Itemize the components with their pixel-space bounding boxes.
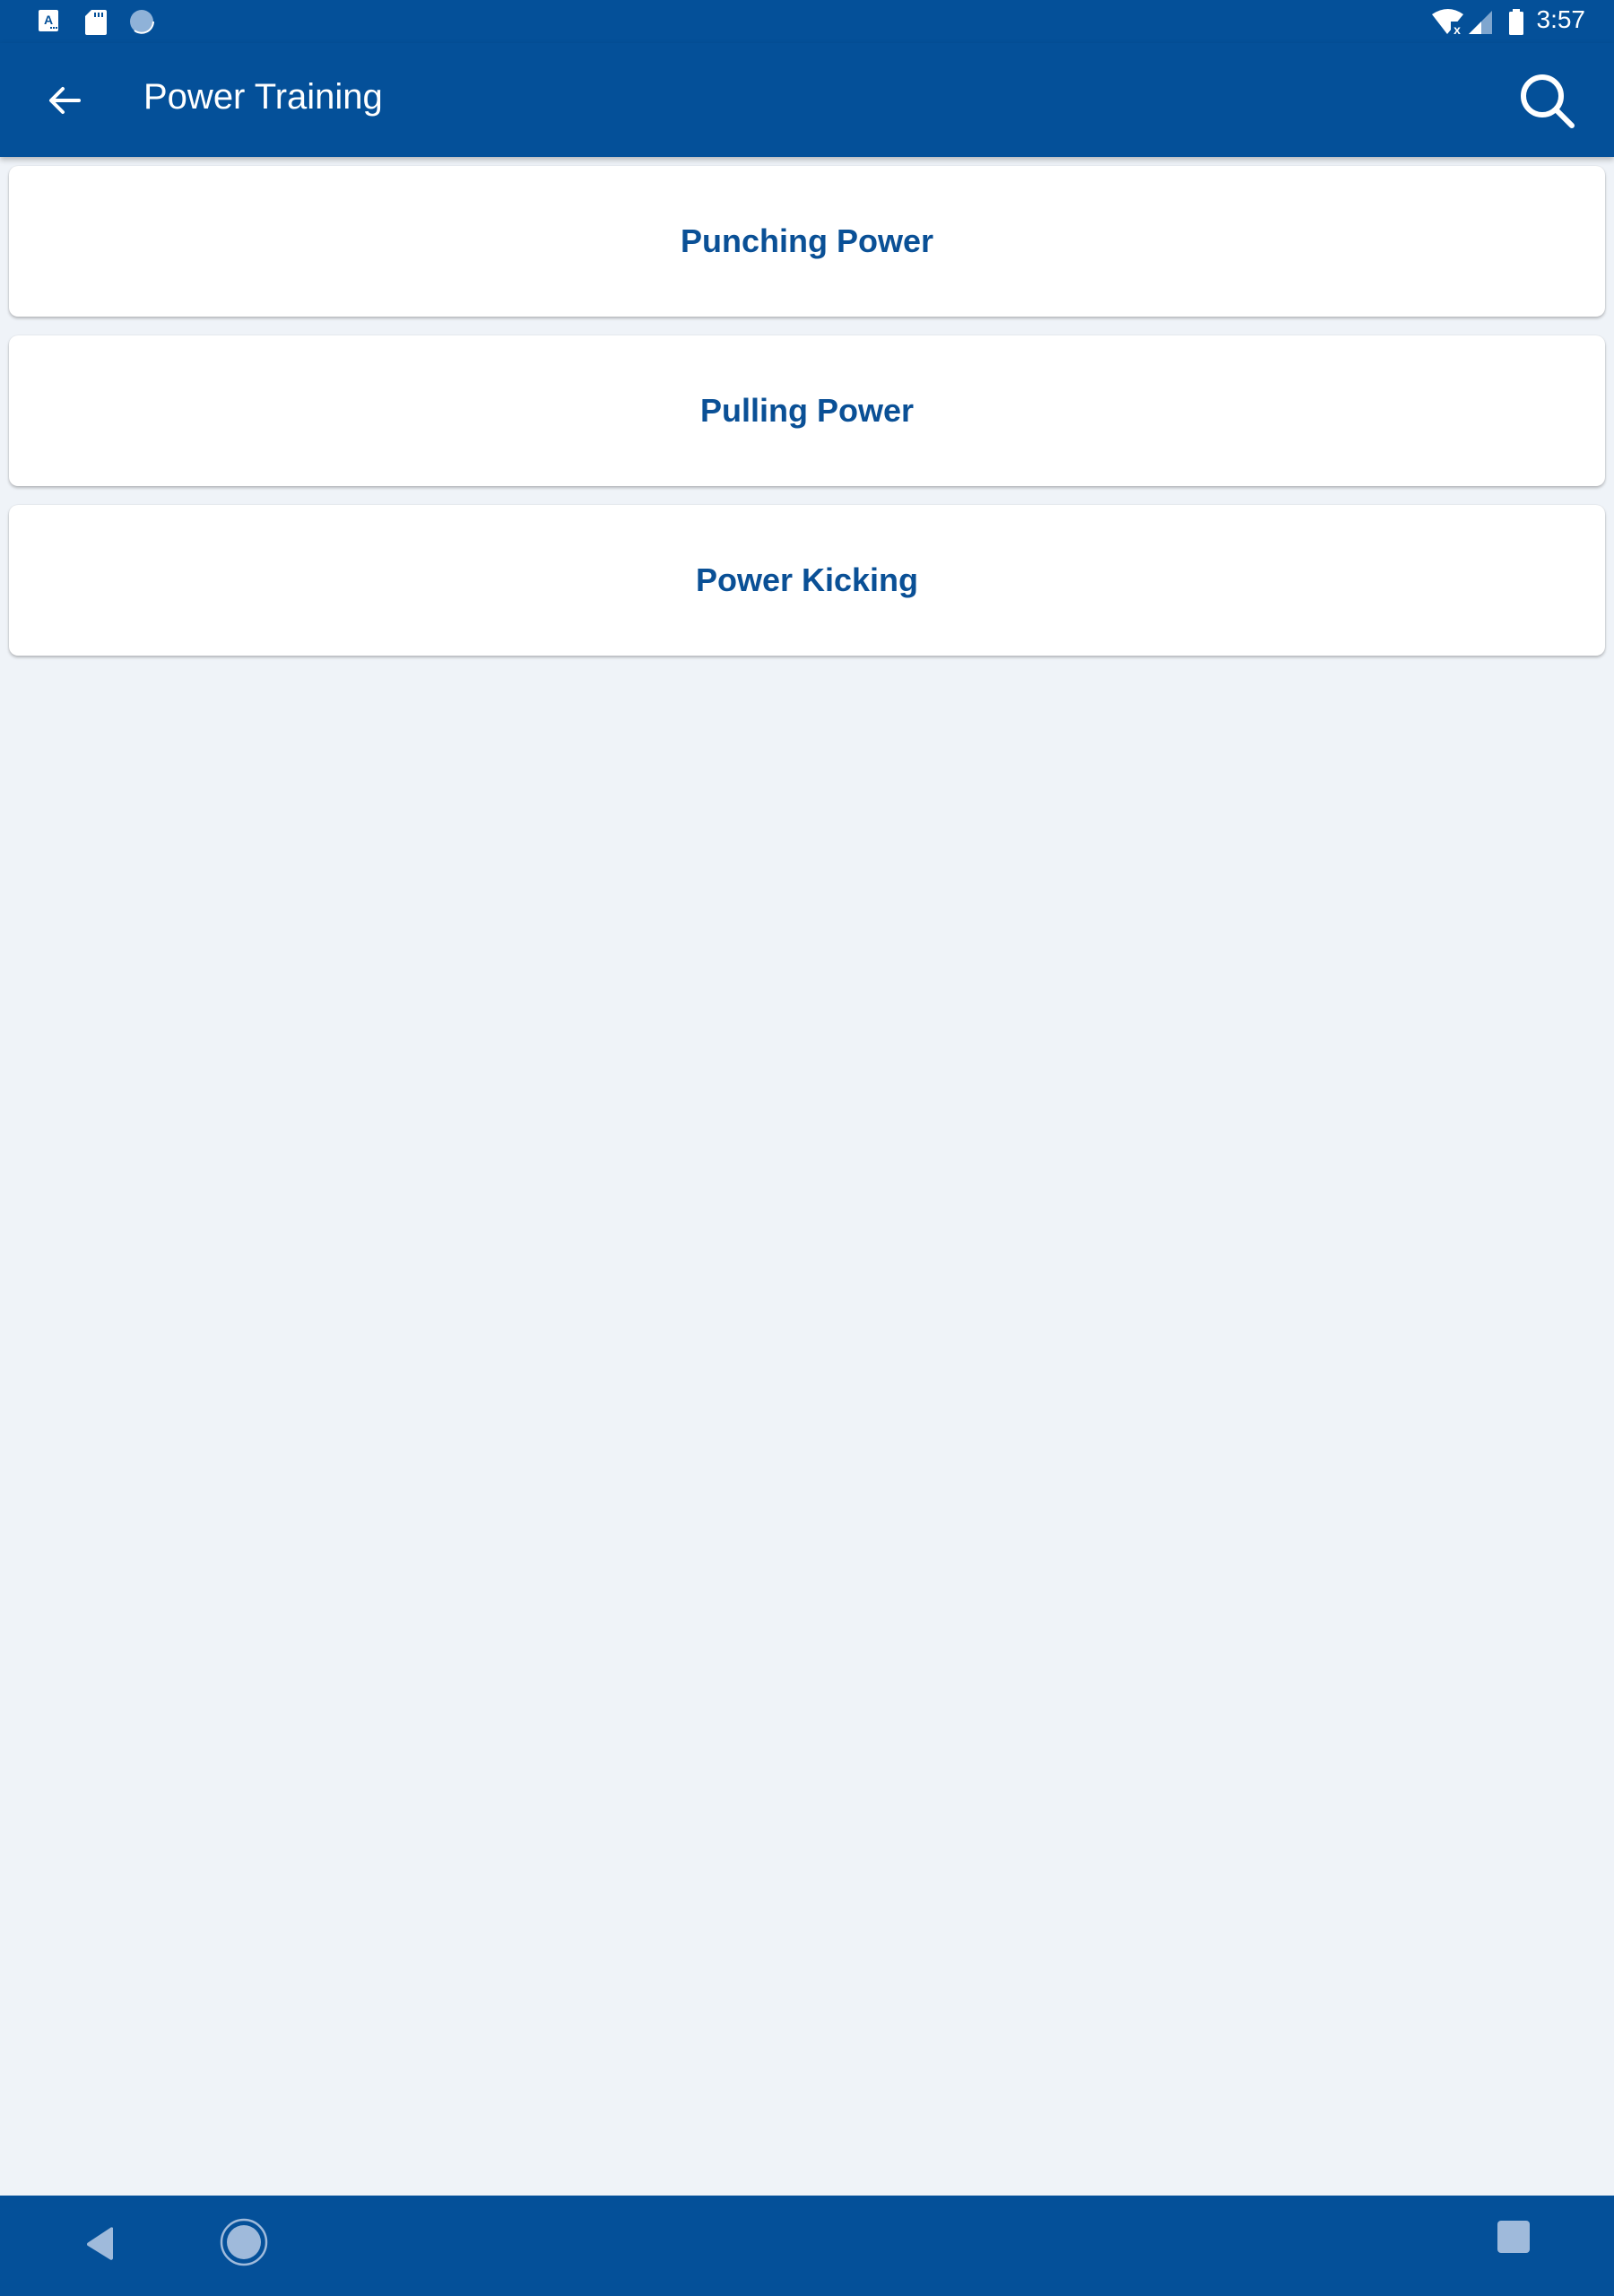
search-button[interactable]	[1515, 68, 1580, 133]
list-item-power-kicking[interactable]: Power Kicking	[9, 505, 1605, 656]
home-circle-icon	[220, 2218, 268, 2266]
sync-circle-icon	[130, 10, 154, 34]
list-item-punching-power[interactable]: Punching Power	[9, 166, 1605, 317]
back-triangle-icon	[86, 2227, 113, 2260]
page-title: Power Training	[143, 77, 383, 117]
list-item-label: Punching Power	[680, 222, 934, 259]
status-time: 3:57	[1536, 5, 1586, 33]
keyboard-a-icon: A	[39, 10, 58, 31]
status-bar: A x 3:57	[0, 0, 1614, 43]
app-bar: Power Training	[0, 43, 1614, 157]
cell-signal-icon	[1469, 11, 1492, 34]
nav-back-button[interactable]	[79, 2219, 129, 2269]
wifi-no-internet-icon: x	[1432, 9, 1465, 36]
system-nav-bar	[0, 2196, 1614, 2296]
nav-home-button[interactable]	[219, 2217, 269, 2267]
list-item-pulling-power[interactable]: Pulling Power	[9, 335, 1605, 486]
list-item-label: Pulling Power	[699, 392, 915, 429]
svg-text:A: A	[44, 13, 53, 27]
search-icon	[1521, 74, 1575, 128]
nav-recents-button[interactable]	[1496, 2219, 1532, 2255]
list-item-label: Power Kicking	[695, 561, 919, 598]
battery-icon	[1509, 9, 1523, 35]
power-training-list: Punching Power Pulling Power Power Kicki…	[9, 166, 1605, 674]
arrow-back-icon	[49, 87, 81, 114]
back-button[interactable]	[43, 79, 86, 122]
recents-square-icon	[1497, 2221, 1530, 2253]
sd-card-icon	[85, 10, 107, 35]
svg-text:x: x	[1453, 22, 1461, 36]
